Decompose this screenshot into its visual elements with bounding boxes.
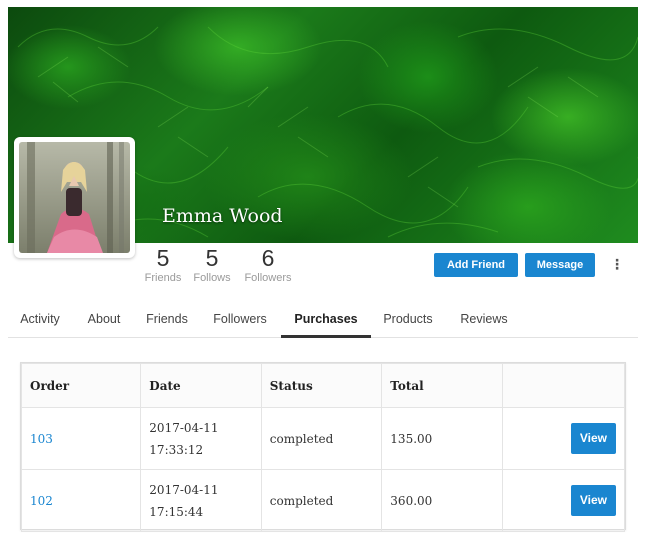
table-row: 102 2017-04-11 17:15:44 completed 360.00 …: [20, 469, 626, 532]
column-header-date: Date: [140, 363, 262, 408]
table-header-row: Order Date Status Total: [20, 363, 626, 408]
order-time: 17:33:12: [149, 442, 204, 457]
tab-products[interactable]: Products: [376, 300, 440, 338]
stat-follows[interactable]: 5 Follows: [186, 246, 238, 286]
order-link[interactable]: 102: [30, 494, 53, 508]
stat-label: Follows: [193, 272, 231, 284]
order-cell: 103: [20, 407, 142, 470]
tab-friends[interactable]: Friends: [136, 300, 198, 338]
tab-reviews[interactable]: Reviews: [454, 300, 514, 338]
status-cell: completed: [260, 407, 383, 470]
tab-about[interactable]: About: [78, 300, 130, 338]
total-cell: 135.00: [381, 407, 503, 470]
column-header-order: Order: [20, 363, 142, 408]
profile-tabs: Activity About Friends Followers Purchas…: [8, 300, 638, 338]
date-cell: 2017-04-11 17:15:44: [140, 469, 262, 532]
add-friend-button[interactable]: Add Friend: [434, 253, 518, 277]
purchases-table: Order Date Status Total 103 2017-04-11 17…: [20, 362, 626, 532]
action-cell: View: [501, 407, 626, 470]
stat-followers[interactable]: 6 Followers: [238, 246, 298, 286]
column-header-total: Total: [381, 363, 503, 408]
profile-name: Emma Wood: [162, 205, 283, 227]
stat-value: 6: [261, 245, 275, 271]
stat-friends[interactable]: 5 Friends: [140, 246, 186, 286]
profile-stats: 5 Friends 5 Follows 6 Followers: [140, 246, 298, 286]
status-cell: completed: [260, 469, 383, 532]
more-options-icon[interactable]: ⋮: [610, 256, 624, 274]
avatar[interactable]: [14, 137, 135, 258]
view-order-button[interactable]: View: [570, 423, 616, 454]
column-header-action: [501, 363, 626, 408]
order-time: 17:15:44: [149, 504, 204, 519]
order-cell: 102: [20, 469, 142, 532]
tab-followers[interactable]: Followers: [206, 300, 274, 338]
stat-value: 5: [156, 245, 170, 271]
order-link[interactable]: 103: [30, 432, 53, 446]
tab-purchases[interactable]: Purchases: [281, 300, 371, 338]
action-cell: View: [501, 469, 626, 532]
order-date: 2017-04-11: [149, 420, 219, 435]
order-date: 2017-04-11: [149, 482, 219, 497]
view-order-button[interactable]: View: [570, 485, 616, 516]
column-header-status: Status: [260, 363, 383, 408]
stat-label: Friends: [144, 272, 182, 284]
avatar-photo: [19, 142, 130, 253]
tab-activity[interactable]: Activity: [8, 300, 72, 338]
total-cell: 360.00: [381, 469, 503, 532]
stat-value: 5: [205, 245, 219, 271]
date-cell: 2017-04-11 17:33:12: [140, 407, 262, 470]
stat-label: Followers: [244, 272, 292, 284]
table-row: 103 2017-04-11 17:33:12 completed 135.00 …: [20, 407, 626, 470]
message-button[interactable]: Message: [525, 253, 595, 277]
